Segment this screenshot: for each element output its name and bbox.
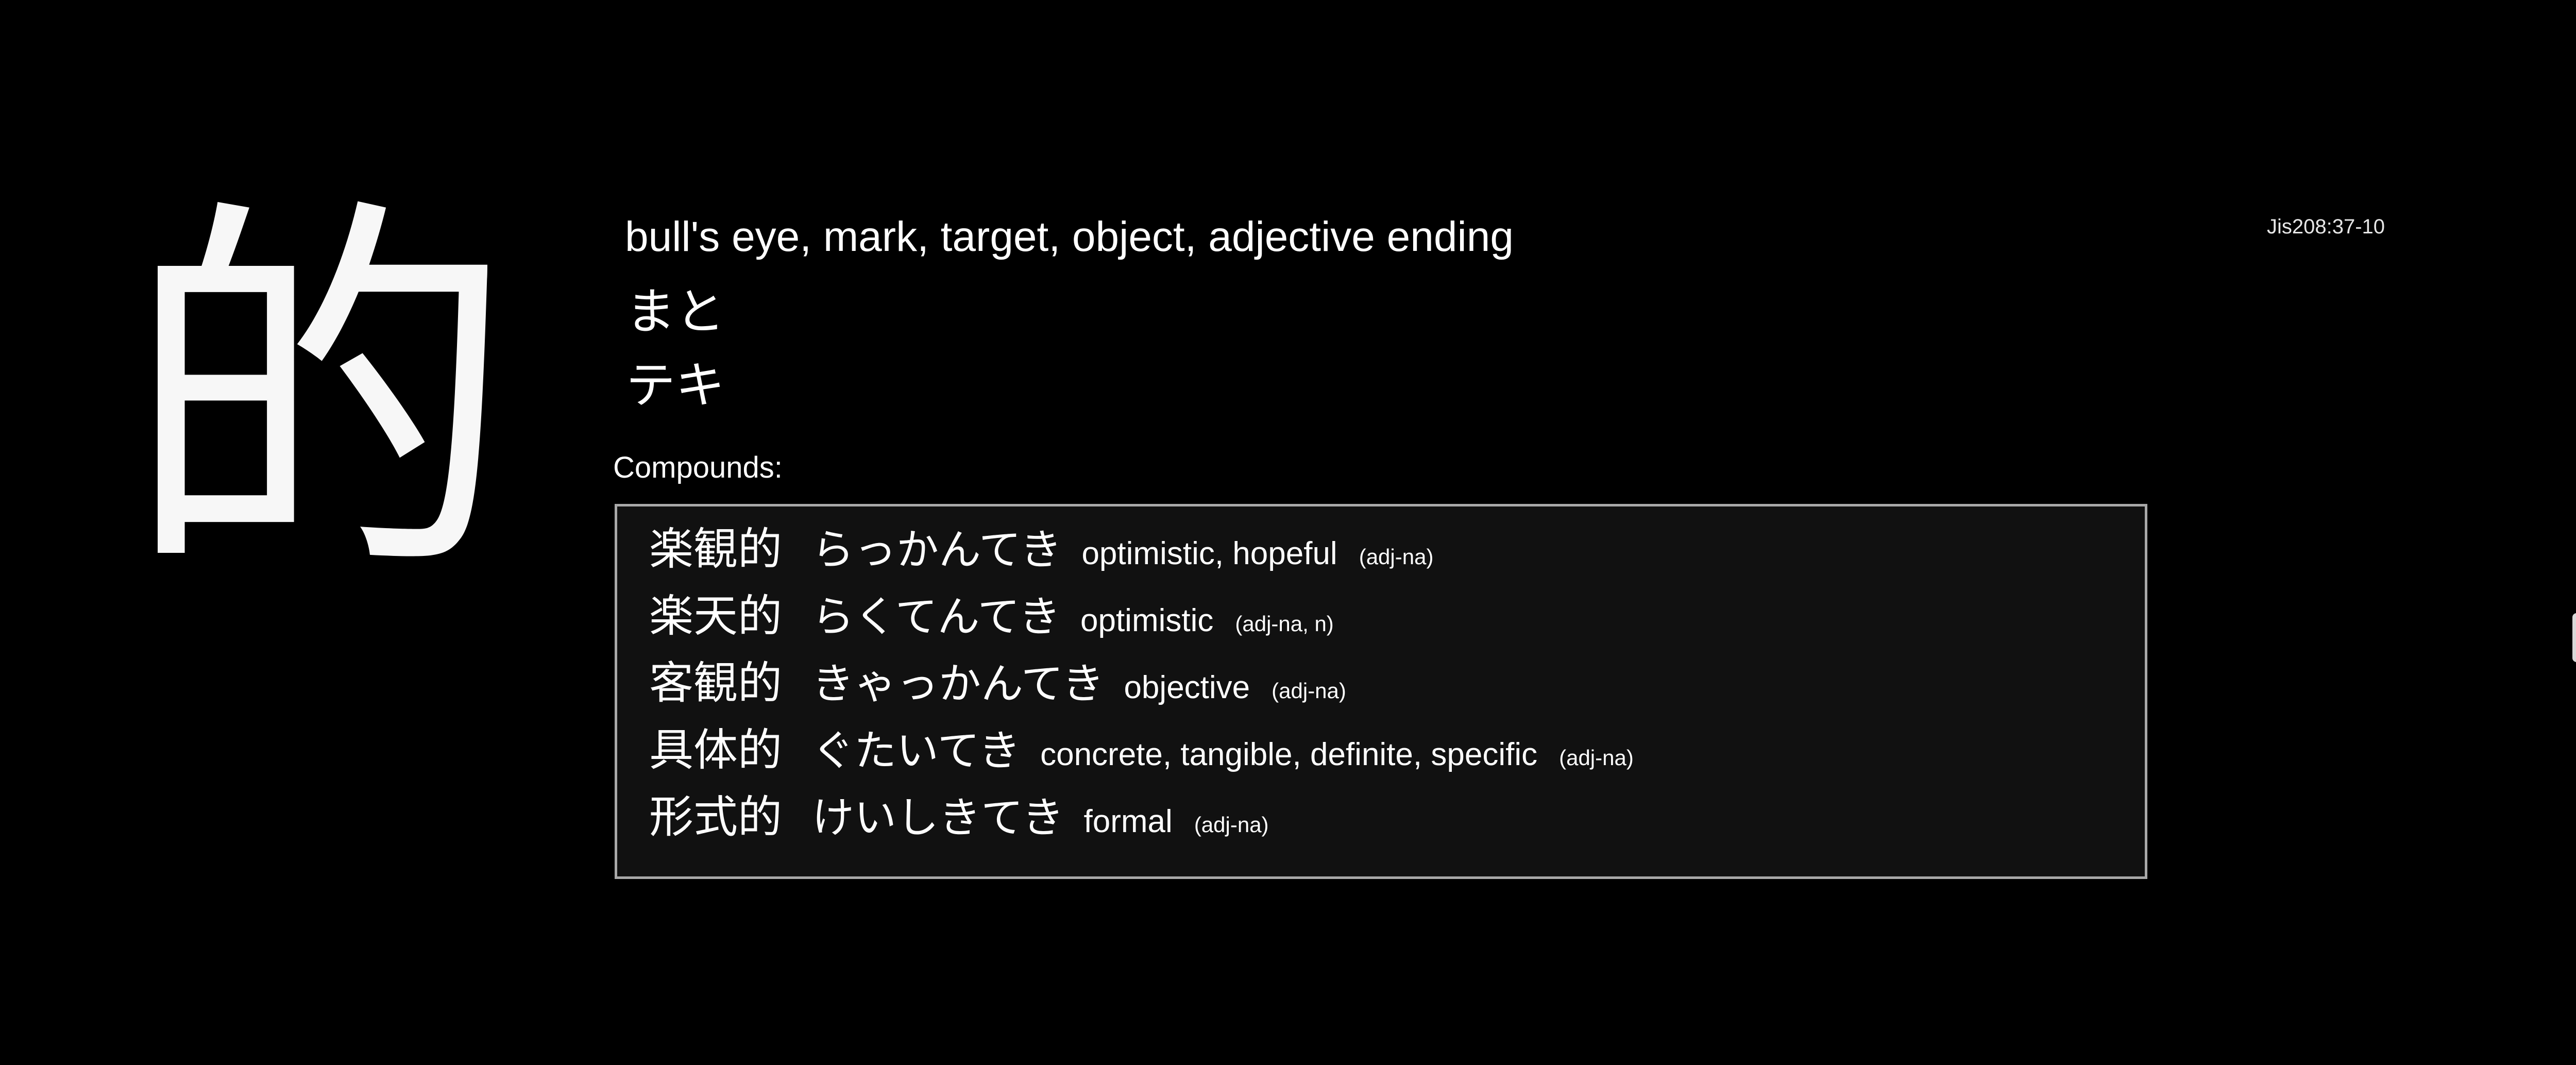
compound-gloss: concrete, tangible, definite, specific [1040,737,1538,772]
compound-gloss: objective [1124,670,1250,705]
compound-reading: きゃっかんてき [812,660,1105,708]
compound-kanji: 形式的 [649,791,782,843]
compound-pos: (adj-na) [1272,679,1346,703]
compound-reading: ぐたいてき [812,726,1021,775]
compound-gloss: optimistic, hopeful [1081,536,1337,571]
compound-item: 形式的 けいしきてき formal (adj-na) [649,784,2145,851]
compound-reading: けいしきてき [812,793,1064,842]
compound-item: 楽観的 らっかんてき optimistic, hopeful (adj-na) [649,516,2145,583]
compound-pos: (adj-na) [1559,746,1634,770]
compound-pos: (adj-na) [1194,813,1269,837]
compound-gloss: optimistic [1080,603,1214,638]
compound-kanji: 客観的 [649,657,782,709]
compound-item: 楽天的 らくてんてき optimistic (adj-na, n) [649,583,2145,650]
kanji-card: 的 Jis208:37-10 bull's eye, mark, target,… [0,0,2576,1065]
kun-reading: まと [626,283,725,341]
kanji-character: 的 [124,169,515,624]
compound-gloss: formal [1083,804,1173,839]
on-reading: テキ [626,357,725,414]
compounds-label: Compounds: [613,451,783,484]
jis-code: Jis208:37-10 [2267,215,2385,238]
compound-item: 客観的 きゃっかんてき objective (adj-na) [649,650,2145,717]
compound-kanji: 楽天的 [649,590,782,642]
compound-item: 具体的 ぐたいてき concrete, tangible, definite, … [649,717,2145,784]
scrollbar-handle[interactable] [2572,613,2576,662]
compound-kanji: 具体的 [649,724,782,776]
compound-pos: (adj-na) [1359,545,1434,569]
compounds-list: 楽観的 らっかんてき optimistic, hopeful (adj-na) … [615,504,2147,879]
compound-kanji: 楽観的 [649,523,782,575]
compound-pos: (adj-na, n) [1235,612,1334,636]
kanji-meaning: bull's eye, mark, target, object, adject… [625,213,1514,260]
compound-reading: らくてんてき [812,593,1061,641]
compound-reading: らっかんてき [812,526,1062,574]
